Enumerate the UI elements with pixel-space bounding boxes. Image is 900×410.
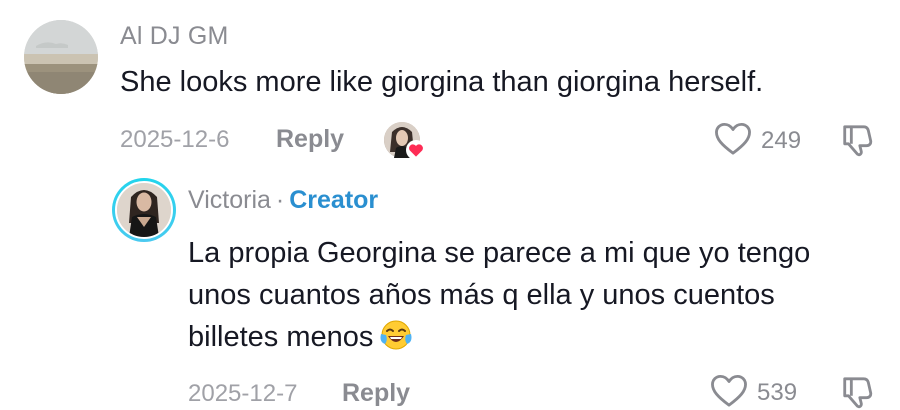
reply-meta-row: 2025-12-7 Reply 539: [0, 370, 900, 410]
dislike-icon[interactable]: [840, 123, 874, 157]
creator-badge: Creator: [289, 186, 379, 214]
reply-to-reply-button[interactable]: Reply: [342, 379, 410, 408]
name-separator: ·: [275, 186, 285, 214]
reply-username[interactable]: Victoria: [188, 186, 271, 214]
creator-avatar[interactable]: [112, 178, 176, 242]
heart-icon: [406, 140, 426, 160]
avatar[interactable]: [24, 20, 98, 94]
comment-text: She looks more like giorgina than giorgi…: [120, 66, 764, 98]
reply-text-block: La propia Georgina se parece a mi que yo…: [188, 232, 868, 358]
like-count: 539: [757, 379, 798, 406]
reply-text: La propia Georgina se parece a mi que yo…: [188, 237, 811, 353]
reply-button[interactable]: Reply: [276, 125, 344, 154]
creator-avatar-photo: [115, 181, 173, 239]
like-heart-icon[interactable]: [714, 122, 752, 156]
avatar-image: [24, 20, 98, 94]
comment-meta-row: 2025-12-6 Reply 249: [0, 118, 900, 162]
dislike-icon[interactable]: [840, 375, 874, 409]
reply-date: 2025-12-7: [188, 380, 298, 407]
like-heart-icon[interactable]: [710, 374, 748, 408]
reply-author-row: Victoria · Creator: [188, 186, 378, 215]
comment-username[interactable]: Al DJ GM: [120, 22, 229, 51]
face-with-tears-of-joy-icon: [380, 320, 412, 350]
like-count: 249: [761, 127, 802, 154]
creator-avatar-image: [117, 183, 171, 237]
comment-date: 2025-12-6: [120, 126, 230, 153]
